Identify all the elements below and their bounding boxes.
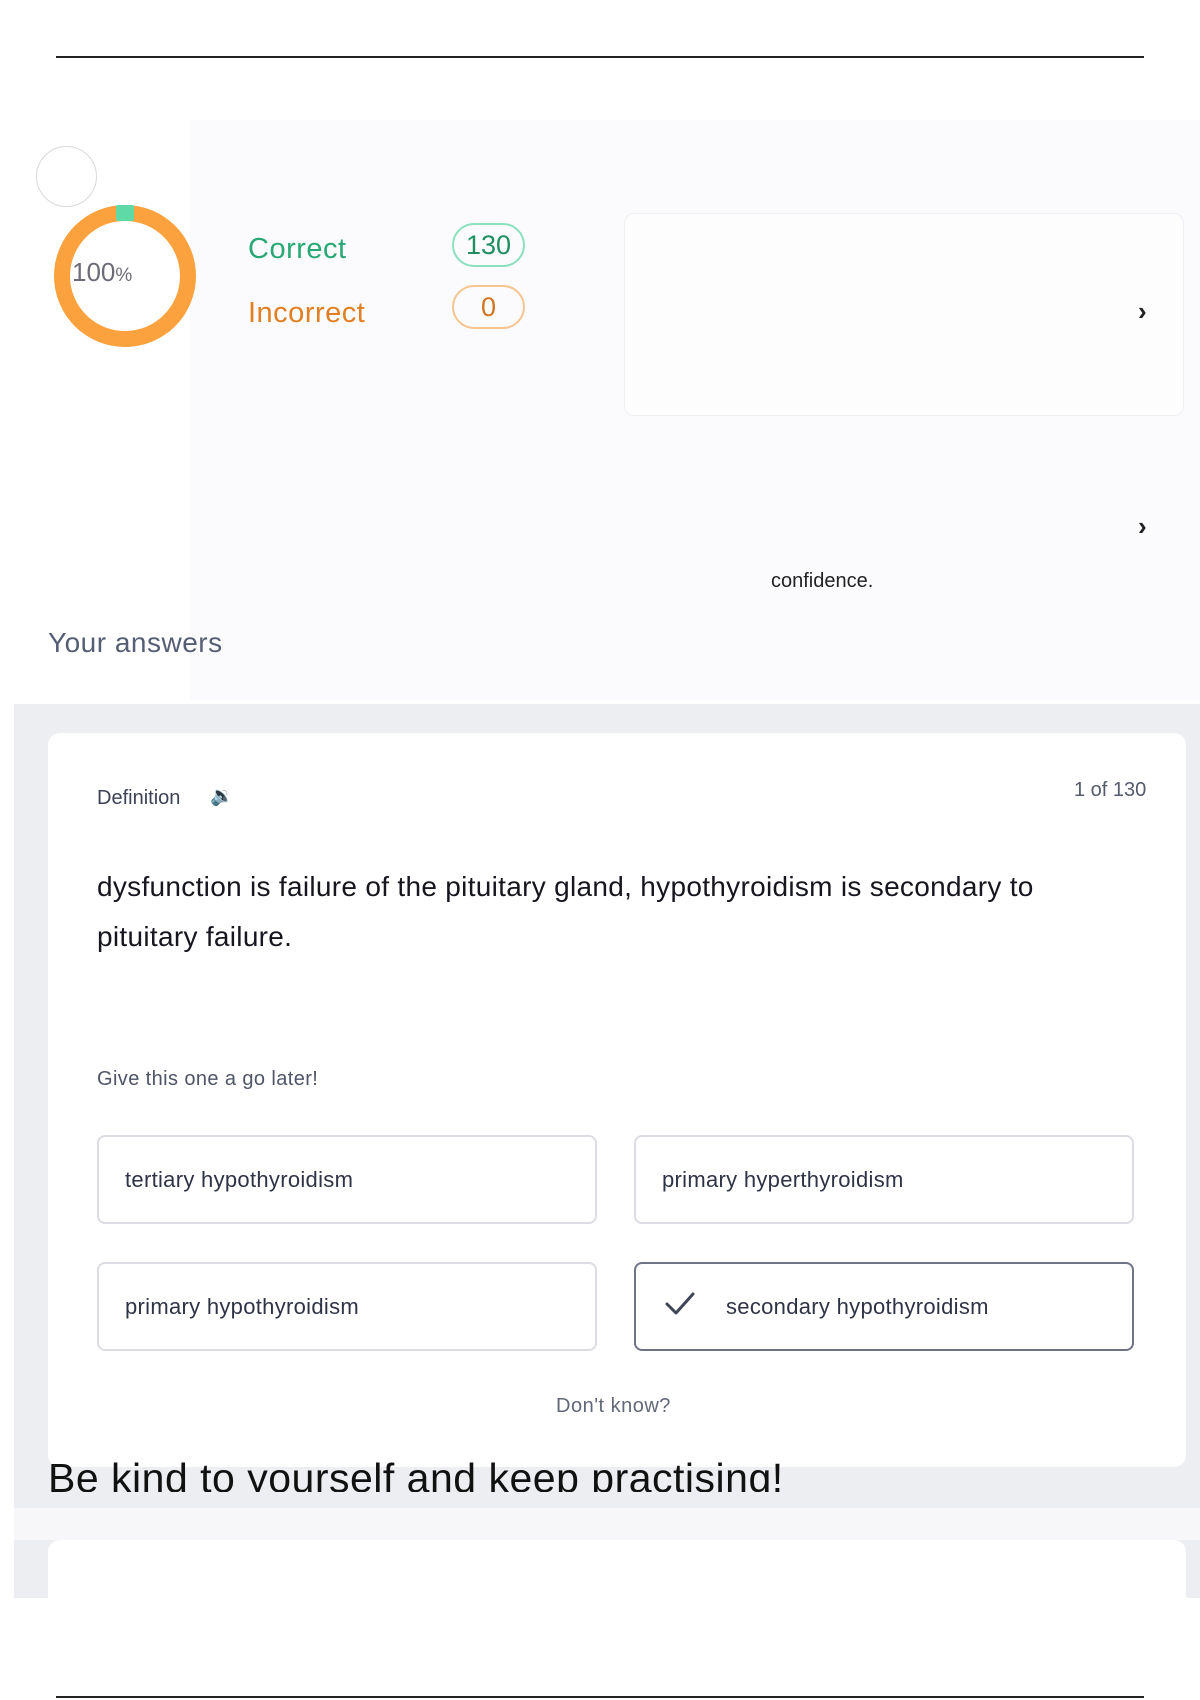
answer-option-selected[interactable]: secondary hypothyroidism bbox=[634, 1262, 1134, 1351]
answer-option[interactable]: primary hypothyroidism bbox=[97, 1262, 597, 1351]
question-card bbox=[48, 733, 1186, 1467]
question-text: dysfunction is failure of the pituitary … bbox=[97, 871, 1034, 952]
score-donut-chart: 100% bbox=[54, 205, 196, 347]
question-counter: 1 of 130 bbox=[1074, 779, 1147, 801]
answer-option-label: primary hyperthyroidism bbox=[662, 1166, 904, 1192]
chevron-right-icon[interactable]: › bbox=[1138, 511, 1147, 542]
dont-know-link[interactable]: Don't know? bbox=[556, 1395, 671, 1418]
correct-count-badge: 130 bbox=[452, 223, 525, 267]
bottom-divider bbox=[56, 1696, 1144, 1698]
answer-option-label: primary hypothyroidism bbox=[125, 1293, 360, 1319]
section-separator bbox=[14, 1508, 1200, 1540]
speaker-icon[interactable]: 🔉 bbox=[210, 784, 234, 808]
confidence-text: confidence. bbox=[771, 570, 874, 592]
page-footer-space bbox=[0, 1598, 1200, 1700]
score-percentage-value: 100 bbox=[72, 257, 116, 287]
percent-sign: % bbox=[115, 265, 133, 286]
answer-option[interactable]: tertiary hypothyroidism bbox=[97, 1135, 597, 1224]
correct-label: Correct bbox=[248, 233, 347, 265]
answer-option-label: secondary hypothyroidism bbox=[726, 1293, 989, 1319]
next-steps-card[interactable] bbox=[624, 213, 1184, 416]
next-question-card bbox=[48, 1540, 1186, 1600]
incorrect-label: Incorrect bbox=[248, 297, 366, 329]
checkmark-icon bbox=[664, 1291, 696, 1323]
term-type-label: Definition bbox=[97, 787, 181, 809]
top-divider bbox=[56, 56, 1144, 58]
score-percentage: 100% bbox=[72, 257, 132, 288]
your-answers-heading: Your answers bbox=[48, 627, 223, 658]
encouragement-message: Be kind to yourself and keep practising! bbox=[48, 1455, 784, 1492]
answer-option[interactable]: primary hyperthyroidism bbox=[634, 1135, 1134, 1224]
incorrect-count-badge: 0 bbox=[452, 285, 525, 329]
later-prompt: Give this one a go later! bbox=[97, 1068, 319, 1090]
answer-option-label: tertiary hypothyroidism bbox=[125, 1166, 354, 1192]
avatar bbox=[36, 146, 97, 207]
chevron-right-icon[interactable]: › bbox=[1138, 296, 1147, 327]
donut-correct-segment bbox=[116, 205, 134, 221]
